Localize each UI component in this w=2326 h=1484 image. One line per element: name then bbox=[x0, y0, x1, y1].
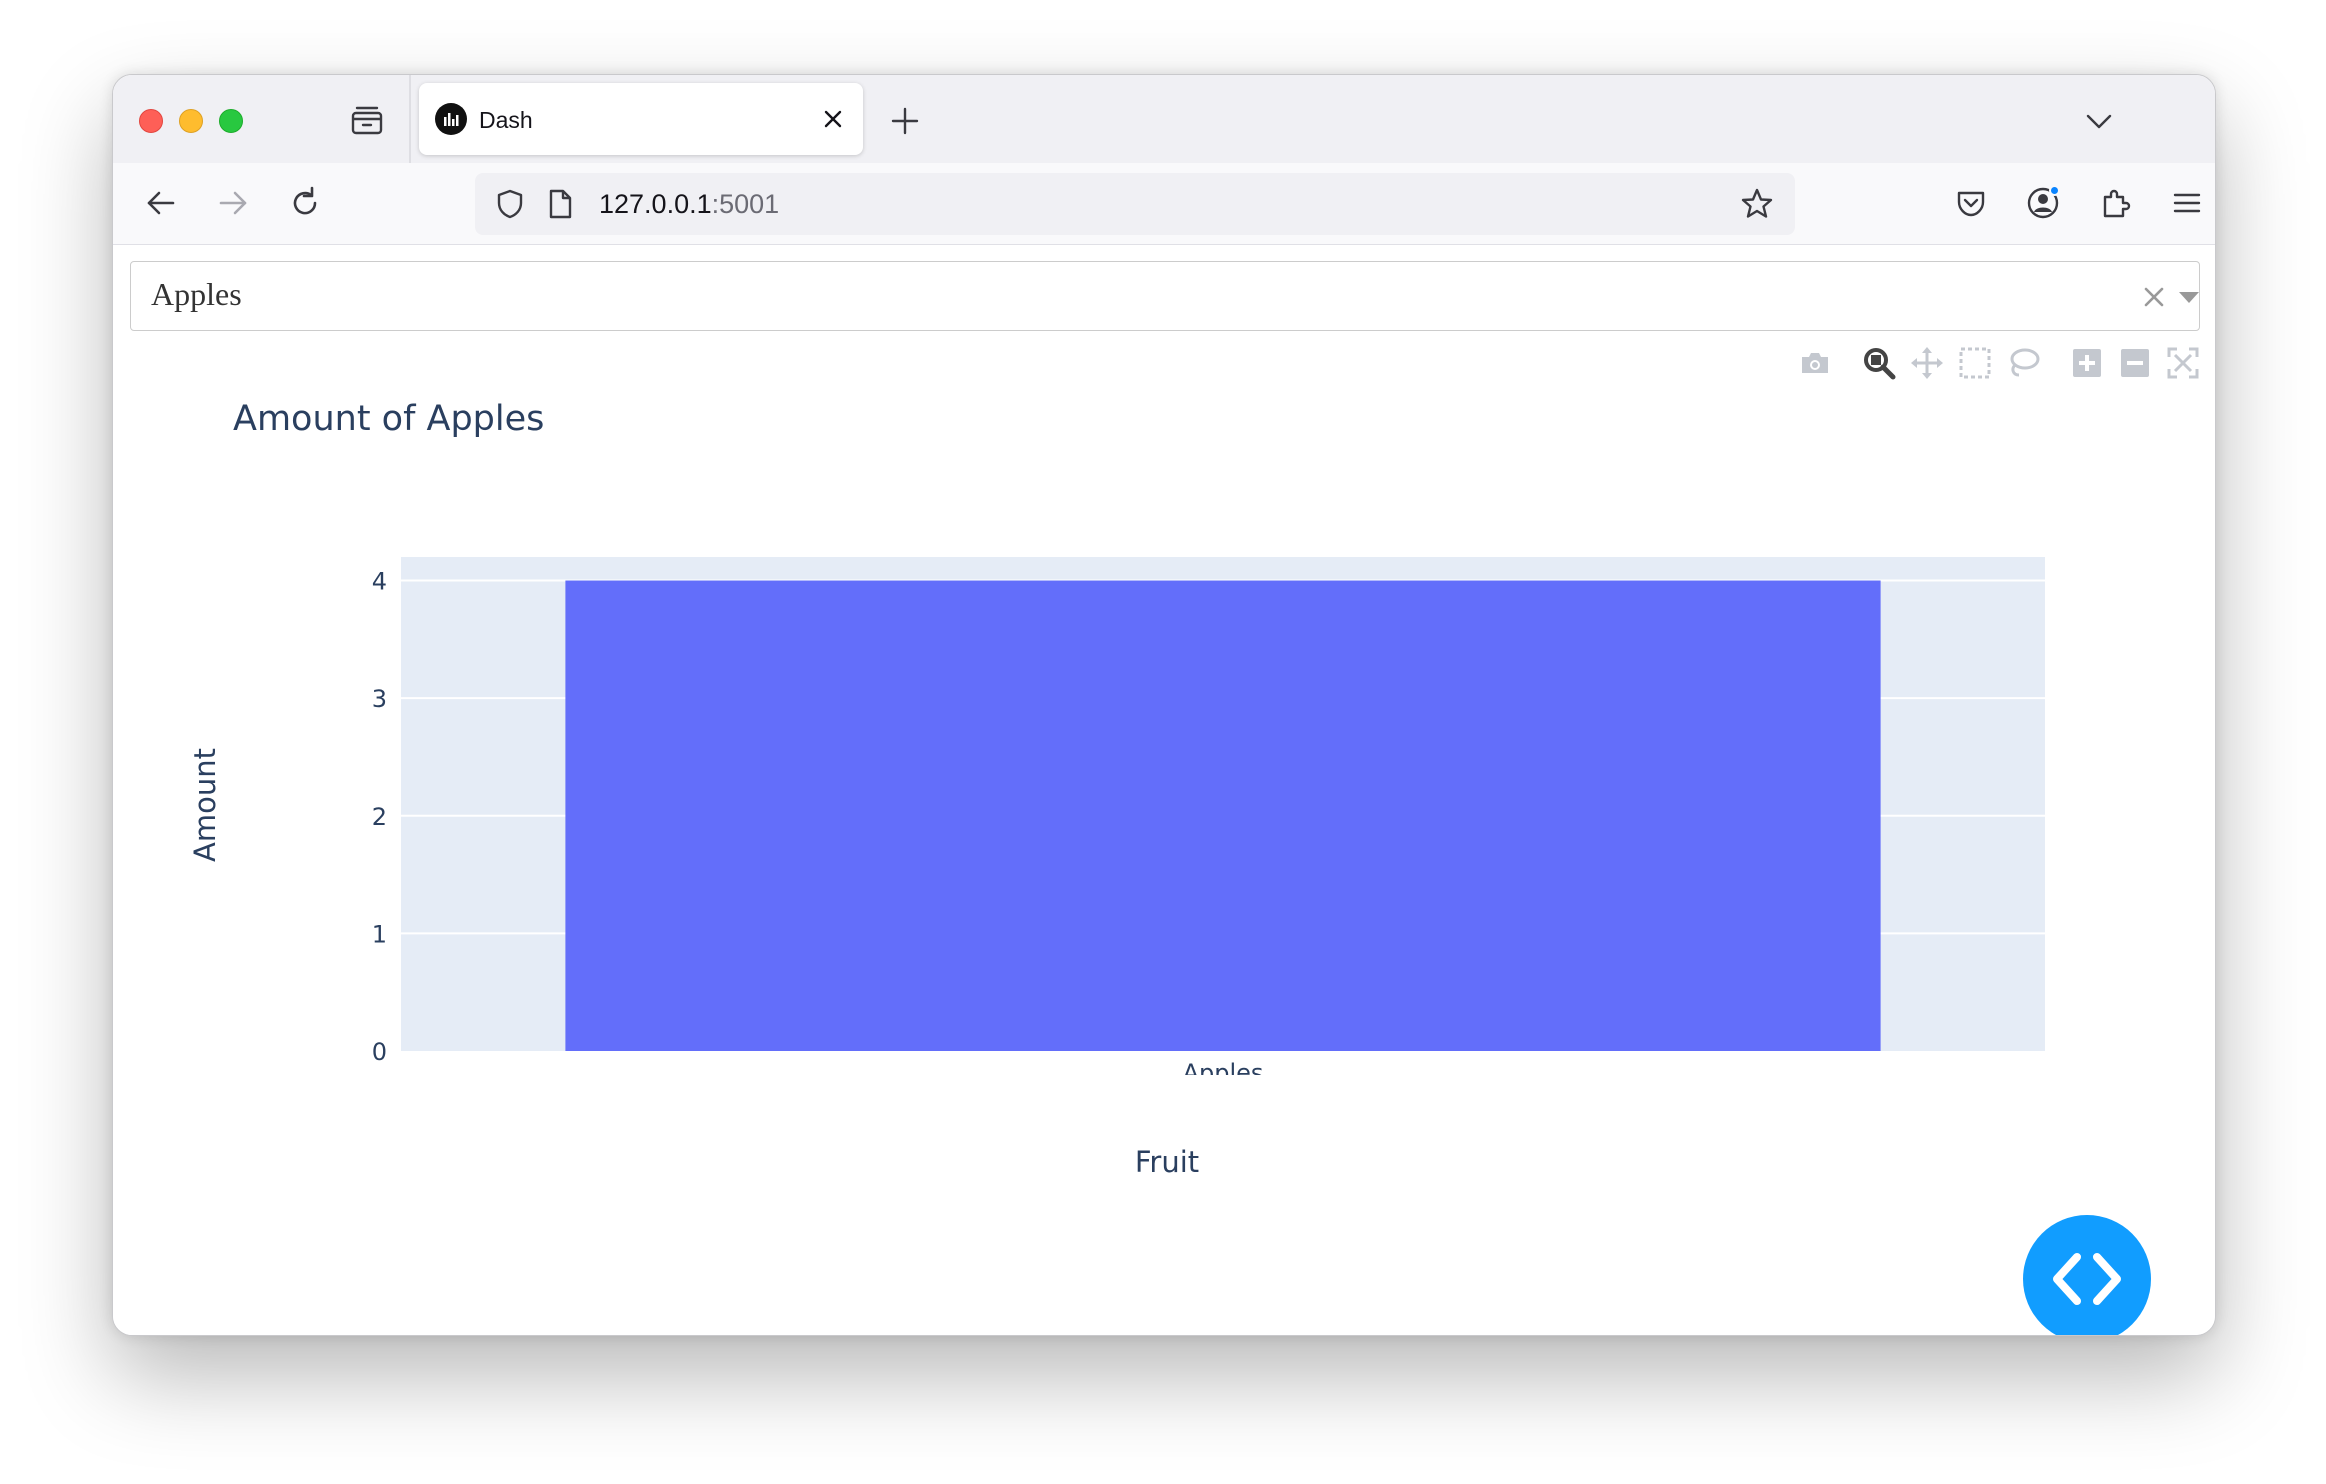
y-tick-label: 3 bbox=[372, 685, 387, 713]
tab-divider bbox=[409, 75, 411, 163]
forward-arrow-icon[interactable] bbox=[215, 185, 251, 221]
dropdown-selected-value: Apples bbox=[151, 276, 242, 312]
y-tick-label: 1 bbox=[372, 920, 387, 948]
page-info-icon[interactable] bbox=[545, 187, 575, 221]
pan-icon[interactable] bbox=[1909, 345, 1945, 381]
bar bbox=[565, 580, 1881, 1051]
y-tick-label: 0 bbox=[372, 1038, 387, 1066]
page-content: Apples Amount of Apples 0 1 2 3 4 Apples… bbox=[113, 245, 2215, 1335]
zoom-icon[interactable] bbox=[1861, 345, 1897, 381]
x-tick-label: Apples bbox=[1183, 1059, 1264, 1075]
dropdown-arrow-icon[interactable] bbox=[2179, 292, 2199, 303]
plotly-modebar bbox=[1673, 341, 2199, 385]
close-window-button[interactable] bbox=[139, 109, 163, 133]
reset-axes-icon[interactable] bbox=[2213, 345, 2215, 381]
clear-icon[interactable] bbox=[2141, 284, 2167, 310]
zoom-window-button[interactable] bbox=[219, 109, 243, 133]
new-tab-icon[interactable] bbox=[889, 105, 921, 137]
navigation-toolbar: 127.0.0.1:5001 bbox=[113, 163, 2215, 245]
fruit-dropdown[interactable]: Apples bbox=[130, 261, 2200, 331]
url-text[interactable]: 127.0.0.1:5001 bbox=[599, 189, 779, 220]
tab-overview-icon[interactable] bbox=[349, 103, 385, 139]
browser-window: Dash 127.0.0.1:5001 Apples Amount of App… bbox=[112, 74, 2216, 1336]
y-tick-label: 4 bbox=[372, 568, 387, 596]
dash-debug-button[interactable] bbox=[2023, 1215, 2151, 1335]
y-axis-title: Amount bbox=[188, 748, 222, 862]
x-axis-title: Fruit bbox=[1134, 1145, 1200, 1179]
address-bar[interactable]: 127.0.0.1:5001 bbox=[475, 173, 1795, 235]
autoscale-icon[interactable] bbox=[2165, 345, 2201, 381]
back-arrow-icon[interactable] bbox=[143, 185, 179, 221]
dash-favicon-icon bbox=[435, 103, 467, 135]
chevron-down-icon[interactable] bbox=[2083, 105, 2115, 137]
lasso-select-icon[interactable] bbox=[2005, 345, 2041, 381]
zoom-in-icon[interactable] bbox=[2069, 345, 2105, 381]
code-brackets-icon bbox=[2053, 1253, 2121, 1305]
url-host: 127.0.0.1 bbox=[599, 189, 712, 219]
tab-dash[interactable]: Dash bbox=[419, 83, 863, 155]
box-select-icon[interactable] bbox=[1957, 345, 1993, 381]
y-tick-label: 2 bbox=[372, 803, 387, 831]
close-tab-icon[interactable] bbox=[819, 105, 847, 133]
url-port: :5001 bbox=[711, 189, 780, 219]
hamburger-menu-icon[interactable] bbox=[2169, 185, 2205, 221]
extensions-puzzle-icon[interactable] bbox=[2097, 185, 2133, 221]
chart-title: Amount of Apples bbox=[233, 399, 545, 439]
bookmark-star-icon[interactable] bbox=[1739, 186, 1775, 222]
minimize-window-button[interactable] bbox=[179, 109, 203, 133]
tab-title: Dash bbox=[479, 107, 533, 133]
account-icon[interactable] bbox=[2025, 185, 2061, 221]
camera-icon[interactable] bbox=[1797, 345, 1833, 381]
bar-chart-plot: 0 1 2 3 4 Apples bbox=[372, 557, 2045, 1075]
zoom-out-icon[interactable] bbox=[2117, 345, 2153, 381]
shield-icon[interactable] bbox=[493, 187, 527, 221]
pocket-icon[interactable] bbox=[1953, 185, 1989, 221]
notification-dot bbox=[2049, 185, 2060, 196]
tab-strip: Dash bbox=[113, 75, 2215, 163]
reload-icon[interactable] bbox=[287, 185, 323, 221]
